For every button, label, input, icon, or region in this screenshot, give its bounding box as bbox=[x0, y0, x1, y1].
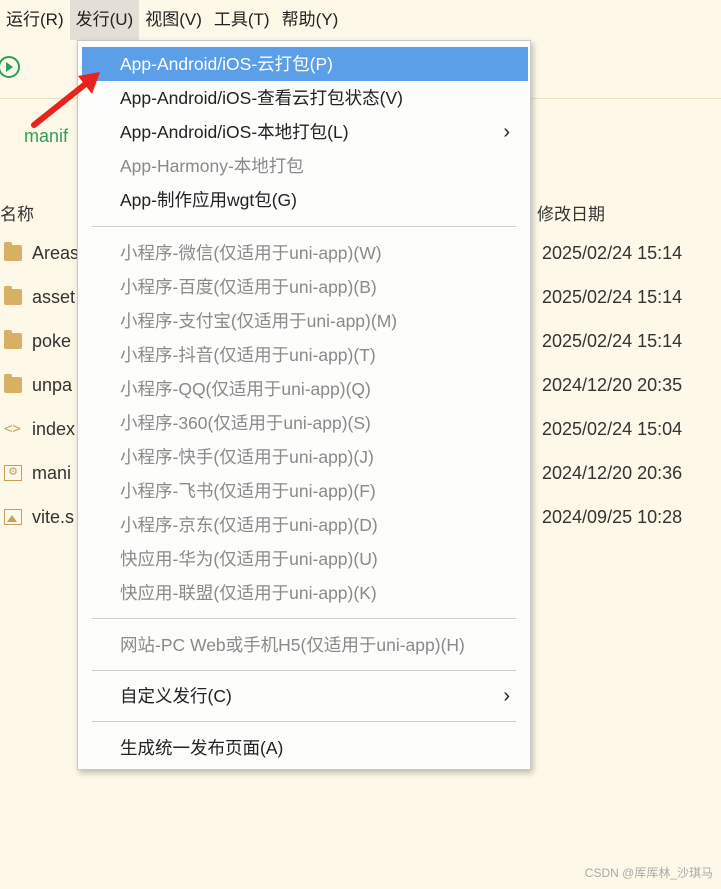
menu-item-cloud-status[interactable]: App-Android/iOS-查看云打包状态(V) bbox=[82, 81, 528, 115]
menu-separator bbox=[92, 618, 516, 619]
chevron-right-icon: › bbox=[503, 685, 510, 707]
column-header-name[interactable]: 名称 bbox=[0, 200, 34, 225]
menu-separator bbox=[92, 226, 516, 227]
menu-run[interactable]: 运行(R) bbox=[0, 0, 70, 40]
file-name: mani bbox=[32, 463, 72, 483]
code-file-icon: <> bbox=[4, 421, 21, 437]
menu-item-unified-page[interactable]: 生成统一发布页面(A) bbox=[82, 731, 528, 765]
file-name: index bbox=[32, 419, 76, 439]
file-date: 2024/09/25 10:28 bbox=[542, 507, 683, 527]
menu-item-mp-douyin: 小程序-抖音(仅适用于uni-app)(T) bbox=[120, 345, 376, 365]
file-date: 2024/12/20 20:36 bbox=[542, 463, 683, 483]
menu-publish[interactable]: 发行(U) bbox=[69, 0, 140, 40]
file-date: 2025/02/24 15:14 bbox=[542, 331, 683, 351]
file-date: 2025/02/24 15:14 bbox=[542, 243, 683, 263]
file-name: vite.s bbox=[32, 507, 75, 527]
menu-view[interactable]: 视图(V) bbox=[139, 0, 208, 40]
menu-item-quickapp-huawei: 快应用-华为(仅适用于uni-app)(U) bbox=[120, 549, 378, 569]
file-name: unpa bbox=[32, 375, 73, 395]
menu-separator bbox=[92, 670, 516, 671]
menu-item-web-h5: 网站-PC Web或手机H5(仅适用于uni-app)(H) bbox=[120, 635, 465, 655]
menu-item-mp-alipay: 小程序-支付宝(仅适用于uni-app)(M) bbox=[120, 311, 398, 331]
file-date: 2024/12/20 20:35 bbox=[542, 375, 683, 395]
column-header-date[interactable]: 修改日期 bbox=[537, 200, 605, 225]
menu-help[interactable]: 帮助(Y) bbox=[276, 0, 345, 40]
menu-item-label: 自定义发行(C) bbox=[120, 686, 232, 706]
menu-item-label: App-Android/iOS-本地打包(L) bbox=[120, 122, 349, 142]
menu-item-mp-360: 小程序-360(仅适用于uni-app)(S) bbox=[120, 413, 371, 433]
file-name: asset bbox=[32, 287, 76, 307]
menu-item-wgt[interactable]: App-制作应用wgt包(G) bbox=[82, 183, 528, 217]
folder-icon bbox=[4, 286, 22, 305]
red-arrow-annotation bbox=[31, 72, 100, 128]
folder-icon bbox=[4, 242, 22, 261]
image-file-icon bbox=[4, 509, 22, 525]
menu-item-quickapp-union: 快应用-联盟(仅适用于uni-app)(K) bbox=[120, 583, 377, 603]
chevron-right-icon: › bbox=[503, 121, 510, 143]
menu-item-mp-qq: 小程序-QQ(仅适用于uni-app)(Q) bbox=[120, 379, 371, 399]
menu-item-harmony: App-Harmony-本地打包 bbox=[120, 156, 304, 176]
run-icon[interactable] bbox=[0, 56, 20, 78]
menu-item-custom-publish[interactable]: 自定义发行(C) › bbox=[82, 679, 528, 713]
menu-item-mp-feishu: 小程序-飞书(仅适用于uni-app)(F) bbox=[120, 481, 376, 501]
menu-item-mp-weixin: 小程序-微信(仅适用于uni-app)(W) bbox=[120, 243, 382, 263]
menu-item-mp-jd: 小程序-京东(仅适用于uni-app)(D) bbox=[120, 515, 378, 535]
publish-dropdown-menu: App-Android/iOS-云打包(P) App-Android/iOS-查… bbox=[77, 40, 531, 770]
menu-bar: 运行(R) 发行(U) 视图(V) 工具(T) 帮助(Y) bbox=[0, 0, 721, 40]
gear-file-icon: ⚙ bbox=[4, 465, 22, 481]
file-date: 2025/02/24 15:14 bbox=[542, 287, 683, 307]
watermark: CSDN @厍厍林_沙琪马 bbox=[584, 866, 713, 880]
file-date: 2025/02/24 15:04 bbox=[542, 419, 683, 439]
menu-item-mp-baidu: 小程序-百度(仅适用于uni-app)(B) bbox=[120, 277, 377, 297]
file-name: poke bbox=[32, 331, 72, 351]
menu-item-cloud-package[interactable]: App-Android/iOS-云打包(P) bbox=[82, 47, 528, 81]
file-name: Areas bbox=[32, 243, 80, 263]
menu-tools[interactable]: 工具(T) bbox=[208, 0, 276, 40]
menu-item-local-package[interactable]: App-Android/iOS-本地打包(L) › bbox=[82, 115, 528, 149]
menu-item-mp-kuaishou: 小程序-快手(仅适用于uni-app)(J) bbox=[120, 447, 374, 467]
menu-separator bbox=[92, 721, 516, 722]
folder-icon bbox=[4, 330, 22, 349]
folder-icon bbox=[4, 374, 22, 393]
